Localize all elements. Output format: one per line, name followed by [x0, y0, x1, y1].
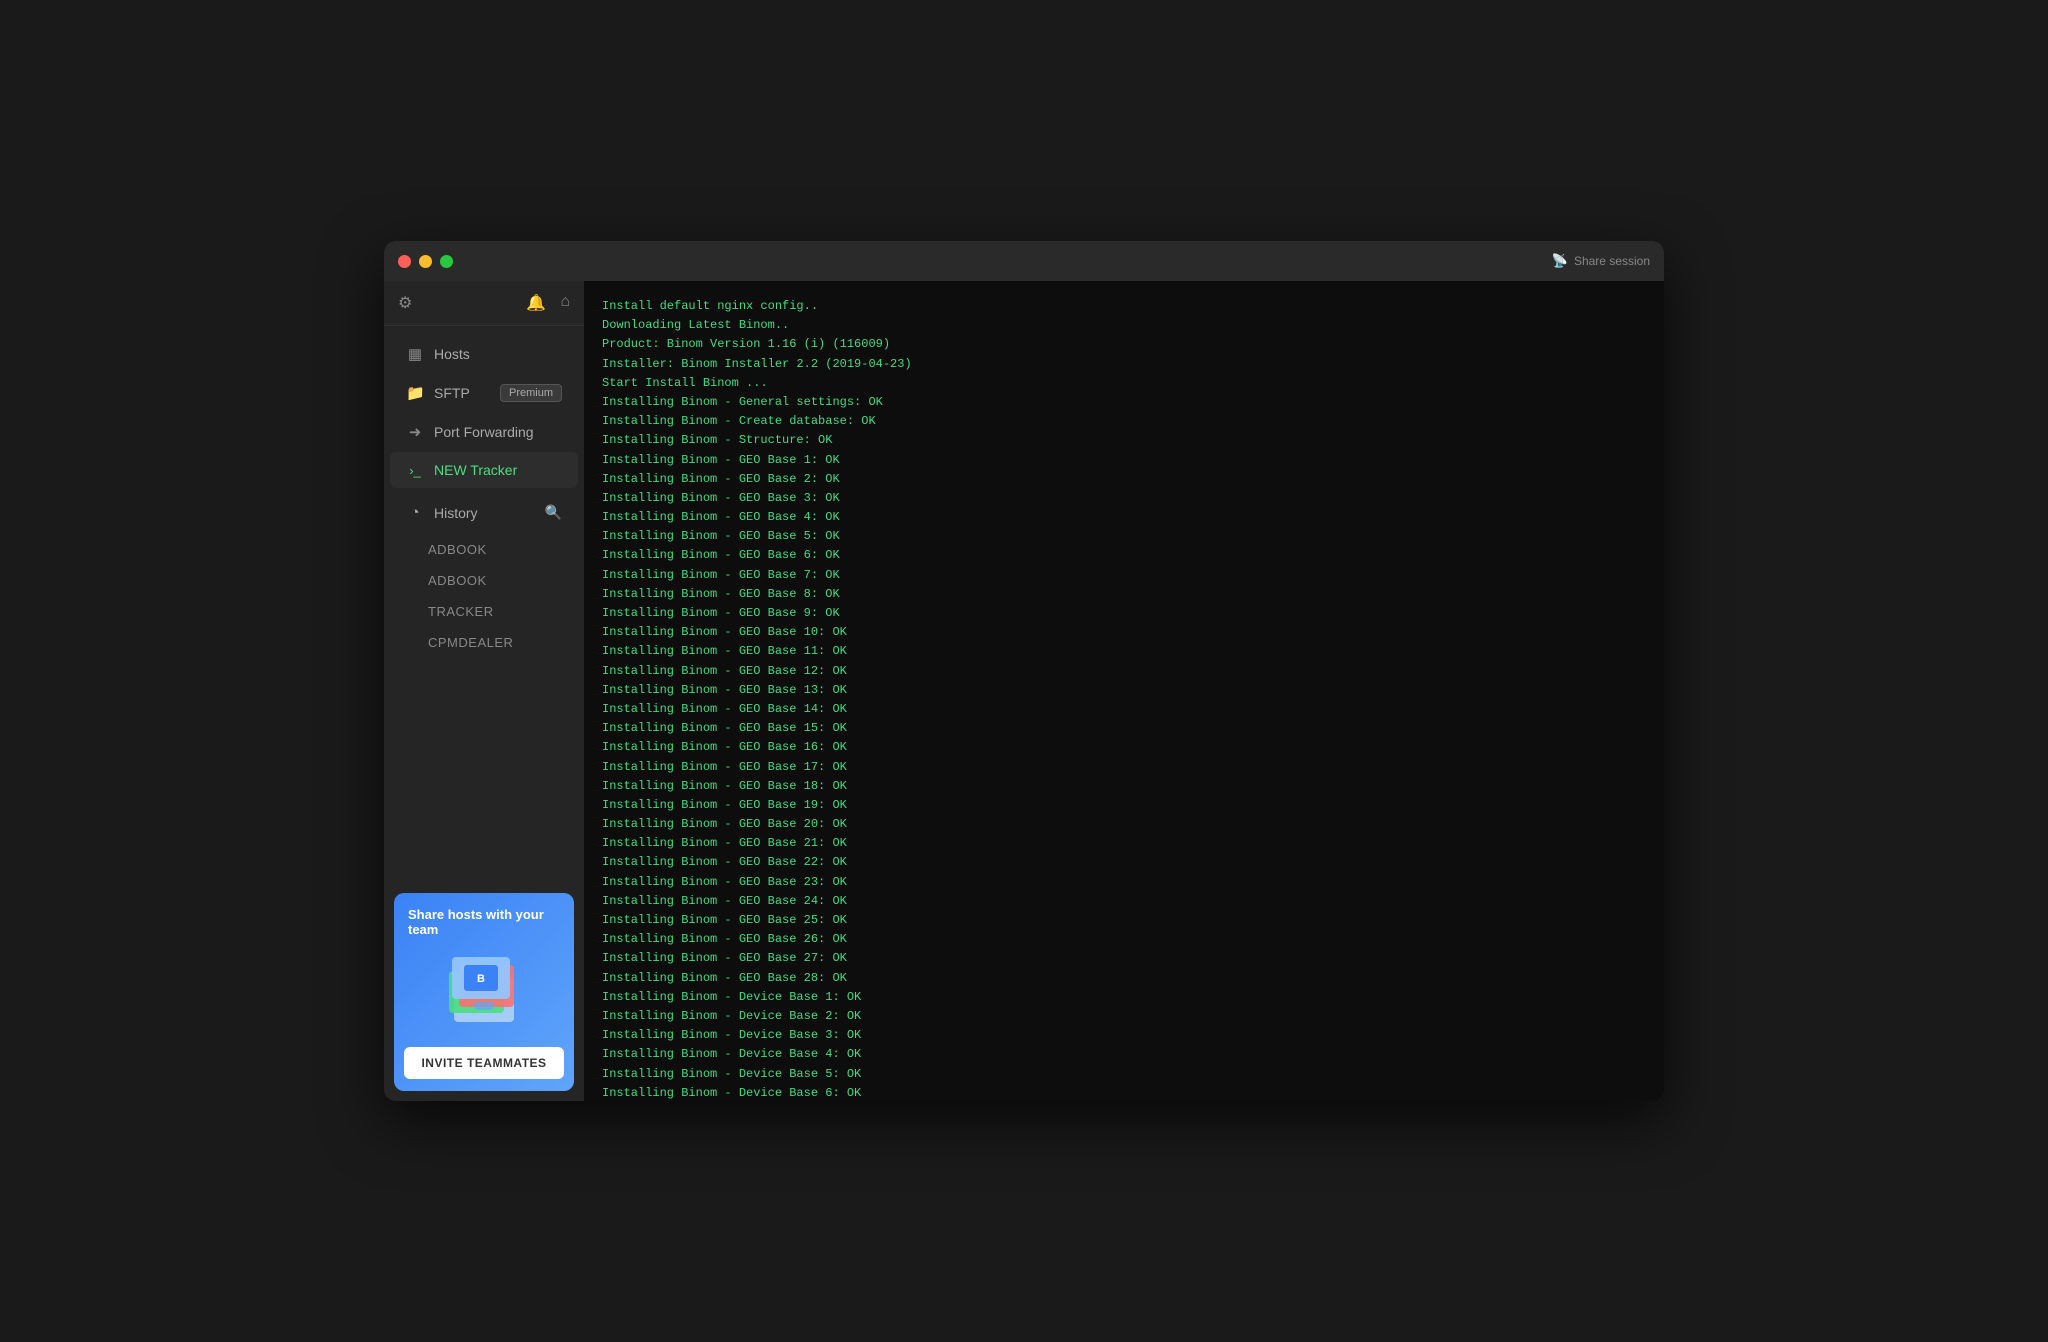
terminal-line: Installing Binom - GEO Base 14: OK — [602, 700, 1646, 719]
close-button[interactable] — [398, 255, 411, 268]
terminal-line: Install default nginx config.. — [602, 297, 1646, 316]
terminal-line: Installing Binom - GEO Base 16: OK — [602, 738, 1646, 757]
terminal-line: Installing Binom - General settings: OK — [602, 393, 1646, 412]
terminal-line: Installing Binom - GEO Base 13: OK — [602, 681, 1646, 700]
terminal-line: Installing Binom - GEO Base 25: OK — [602, 911, 1646, 930]
share-icon: 📡 — [1552, 253, 1568, 269]
terminal-line: Installing Binom - GEO Base 3: OK — [602, 489, 1646, 508]
svg-text:B: B — [477, 973, 485, 985]
promo-image: B — [394, 937, 574, 1047]
sidebar-item-new-tracker-label: NEW Tracker — [434, 462, 517, 478]
terminal-line: Installing Binom - GEO Base 5: OK — [602, 527, 1646, 546]
sidebar: ⚙ 🔔 ⌂ ▦ Hosts 📁 SFTP Premium — [384, 281, 584, 1101]
terminal-line: Installing Binom - GEO Base 8: OK — [602, 585, 1646, 604]
history-item-cpmdealer-label: CPMDEALER — [428, 635, 513, 650]
sidebar-item-sftp[interactable]: 📁 SFTP Premium — [390, 374, 578, 412]
invite-teammates-button[interactable]: INVITE TEAMMATES — [404, 1047, 564, 1079]
terminal-line: Installing Binom - GEO Base 17: OK — [602, 758, 1646, 777]
terminal-line: Installing Binom - GEO Base 1: OK — [602, 451, 1646, 470]
main-content: ⚙ 🔔 ⌂ ▦ Hosts 📁 SFTP Premium — [384, 281, 1664, 1101]
port-forwarding-icon: ➜ — [406, 423, 424, 441]
terminal-line: Installing Binom - GEO Base 10: OK — [602, 623, 1646, 642]
terminal-line: Installing Binom - Device Base 5: OK — [602, 1065, 1646, 1084]
terminal-icon: ›_ — [406, 463, 424, 478]
terminal-line: Installing Binom - GEO Base 27: OK — [602, 949, 1646, 968]
terminal-line: Installer: Binom Installer 2.2 (2019-04-… — [602, 355, 1646, 374]
terminal-line: Product: Binom Version 1.16 (i) (116009) — [602, 335, 1646, 354]
sidebar-item-new-tracker[interactable]: ›_ NEW Tracker — [390, 452, 578, 488]
terminal-line: Installing Binom - GEO Base 28: OK — [602, 969, 1646, 988]
promo-banner: Share hosts with your team — [394, 893, 574, 1091]
terminal-line: Installing Binom - Device Base 4: OK — [602, 1045, 1646, 1064]
terminal-line: Installing Binom - GEO Base 11: OK — [602, 642, 1646, 661]
history-item-adbook-2-label: ADBOOK — [428, 573, 487, 588]
sidebar-item-port-forwarding[interactable]: ➜ Port Forwarding — [390, 413, 578, 451]
titlebar: 📡 Share session — [384, 241, 1664, 281]
terminal-line: Installing Binom - Create database: OK — [602, 412, 1646, 431]
terminal-line: Installing Binom - Structure: OK — [602, 431, 1646, 450]
settings-icon[interactable]: ⚙ — [398, 293, 412, 313]
history-header[interactable]: ◔ History 🔍 — [390, 494, 578, 531]
terminal-line: Installing Binom - GEO Base 15: OK — [602, 719, 1646, 738]
sidebar-right-icons: 🔔 ⌂ — [526, 293, 570, 313]
terminal-line: Installing Binom - GEO Base 23: OK — [602, 873, 1646, 892]
terminal-line: Installing Binom - GEO Base 12: OK — [602, 662, 1646, 681]
terminal-line: Installing Binom - GEO Base 4: OK — [602, 508, 1646, 527]
terminal-line: Installing Binom - GEO Base 19: OK — [602, 796, 1646, 815]
traffic-lights — [398, 255, 453, 268]
terminal-line: Installing Binom - Device Base 2: OK — [602, 1007, 1646, 1026]
sidebar-item-hosts[interactable]: ▦ Hosts — [390, 335, 578, 373]
terminal-line: Installing Binom - GEO Base 2: OK — [602, 470, 1646, 489]
maximize-button[interactable] — [440, 255, 453, 268]
sftp-icon: 📁 — [406, 384, 424, 402]
terminal-line: Installing Binom - GEO Base 24: OK — [602, 892, 1646, 911]
history-item-tracker[interactable]: TRACKER — [384, 596, 584, 627]
history-item-adbook-1[interactable]: ADBOOK — [384, 534, 584, 565]
bell-icon[interactable]: 🔔 — [526, 293, 546, 313]
sidebar-top: ⚙ 🔔 ⌂ — [384, 281, 584, 326]
terminal-line: Installing Binom - GEO Base 20: OK — [602, 815, 1646, 834]
history-item-adbook-1-label: ADBOOK — [428, 542, 487, 557]
sidebar-item-sftp-label: SFTP — [434, 385, 470, 401]
history-item-tracker-label: TRACKER — [428, 604, 494, 619]
terminal-line: Installing Binom - GEO Base 7: OK — [602, 566, 1646, 585]
history-sub-items: ADBOOK ADBOOK TRACKER CPMDEALER — [384, 532, 584, 660]
history-header-left: ◔ History — [406, 504, 478, 521]
terminal-line: Installing Binom - GEO Base 18: OK — [602, 777, 1646, 796]
home-icon[interactable]: ⌂ — [560, 293, 570, 313]
share-session-button[interactable]: 📡 Share session — [1552, 253, 1650, 269]
terminal-line: Installing Binom - GEO Base 9: OK — [602, 604, 1646, 623]
premium-badge: Premium — [500, 384, 562, 402]
history-label: History — [434, 505, 478, 521]
terminal-pane[interactable]: Install default nginx config..Downloadin… — [584, 281, 1664, 1101]
terminal-line: Installing Binom - GEO Base 26: OK — [602, 930, 1646, 949]
terminal-line: Start Install Binom ... — [602, 374, 1646, 393]
promo-title: Share hosts with your team — [394, 893, 574, 937]
terminal-line: Downloading Latest Binom.. — [602, 316, 1646, 335]
sidebar-item-hosts-label: Hosts — [434, 346, 470, 362]
share-session-label: Share session — [1574, 254, 1650, 268]
hosts-icon: ▦ — [406, 345, 424, 363]
terminal-line: Installing Binom - Device Base 6: OK — [602, 1084, 1646, 1101]
terminal-line: Installing Binom - GEO Base 22: OK — [602, 853, 1646, 872]
history-icon: ◔ — [406, 504, 424, 521]
app-window: 📡 Share session ⚙ 🔔 ⌂ ▦ Hosts — [384, 241, 1664, 1101]
history-search-icon[interactable]: 🔍 — [545, 504, 562, 521]
terminal-line: Installing Binom - Device Base 1: OK — [602, 988, 1646, 1007]
terminal-line: Installing Binom - GEO Base 6: OK — [602, 546, 1646, 565]
history-item-cpmdealer[interactable]: CPMDEALER — [384, 627, 584, 658]
sidebar-item-port-forwarding-label: Port Forwarding — [434, 424, 534, 440]
history-section: ◔ History 🔍 ADBOOK ADBOOK TRAC — [384, 489, 584, 664]
history-item-adbook-2[interactable]: ADBOOK — [384, 565, 584, 596]
terminal-line: Installing Binom - GEO Base 21: OK — [602, 834, 1646, 853]
minimize-button[interactable] — [419, 255, 432, 268]
sidebar-nav: ▦ Hosts 📁 SFTP Premium ➜ Port Forwarding… — [384, 326, 584, 883]
terminal-line: Installing Binom - Device Base 3: OK — [602, 1026, 1646, 1045]
